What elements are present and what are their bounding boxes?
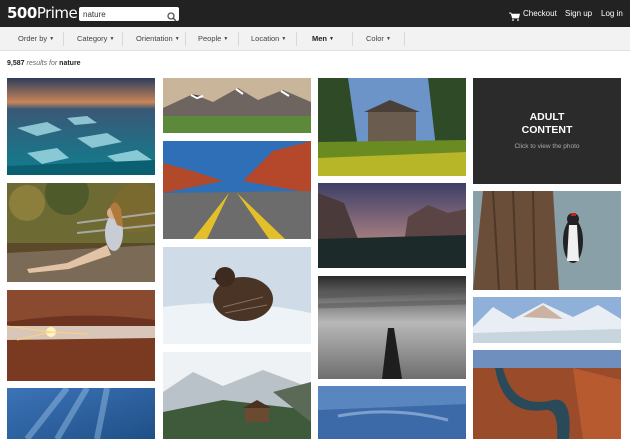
photo-blue-sky-streaks[interactable] (7, 388, 155, 439)
filter-divider (238, 32, 239, 46)
top-navigation-bar: 500Prime Checkout Sign up Log in (0, 0, 630, 27)
login-link[interactable]: Log in (601, 9, 623, 19)
caret-down-icon: ▼ (385, 36, 391, 42)
photo-snowy-peaks[interactable] (473, 297, 621, 343)
filter-category[interactable]: Category ▼ (77, 27, 114, 51)
photo-woodpecker-on-tree[interactable] (473, 191, 621, 290)
photo-ice-lake[interactable] (7, 78, 155, 175)
photo-desert-road[interactable] (163, 141, 311, 239)
filter-divider (404, 32, 405, 46)
adult-content-title: ADULT CONTENT (521, 111, 573, 136)
photo-woman-on-deck[interactable] (7, 183, 155, 282)
search-box (79, 7, 179, 22)
filter-divider (296, 32, 297, 46)
filter-location[interactable]: Location ▼ (251, 27, 286, 51)
filter-bar: Order by ▼ Category ▼ Orientation ▼ People ▼… (0, 27, 630, 51)
photo-barn-wildflowers[interactable] (318, 78, 466, 176)
photo-horseshoe-canyon[interactable] (473, 350, 621, 439)
photo-mountain-range[interactable] (163, 78, 311, 133)
caret-down-icon: ▼ (281, 36, 287, 42)
caret-down-icon: ▼ (174, 36, 180, 42)
photo-bw-jetty[interactable] (318, 276, 466, 379)
photo-blue-seascape[interactable] (318, 386, 466, 439)
photo-valley-dusk[interactable] (318, 183, 466, 268)
photo-grouse-in-snow[interactable] (163, 247, 311, 344)
adult-content-overlay[interactable]: ADULT CONTENT Click to view the photo (473, 78, 621, 184)
filter-orientation[interactable]: Orientation ▼ (136, 27, 180, 51)
filter-divider (185, 32, 186, 46)
adult-content-hint: Click to view the photo (514, 143, 580, 150)
filter-order-by[interactable]: Order by ▼ (18, 27, 54, 51)
filter-color[interactable]: Color ▼ (366, 27, 391, 51)
filter-divider (352, 32, 353, 46)
caret-down-icon: ▼ (223, 36, 229, 42)
filter-people[interactable]: People ▼ (198, 27, 228, 51)
cart-icon[interactable] (509, 8, 521, 21)
filter-men[interactable]: Men ▼ (312, 27, 334, 51)
caret-down-icon: ▼ (329, 36, 334, 42)
photo-canyon-arch-sunburst[interactable] (7, 290, 155, 381)
filter-divider (63, 32, 64, 46)
filter-divider (122, 32, 123, 46)
caret-down-icon: ▼ (109, 36, 115, 42)
caret-down-icon: ▼ (49, 36, 55, 42)
search-input[interactable] (83, 8, 163, 20)
photo-mountain-cabin[interactable] (163, 352, 311, 439)
signup-link[interactable]: Sign up (565, 9, 592, 19)
search-icon[interactable] (167, 9, 177, 22)
results-summary: 9,587 results for nature (7, 60, 81, 67)
checkout-link[interactable]: Checkout (523, 9, 557, 19)
logo-500prime[interactable]: 500Prime (7, 3, 78, 23)
